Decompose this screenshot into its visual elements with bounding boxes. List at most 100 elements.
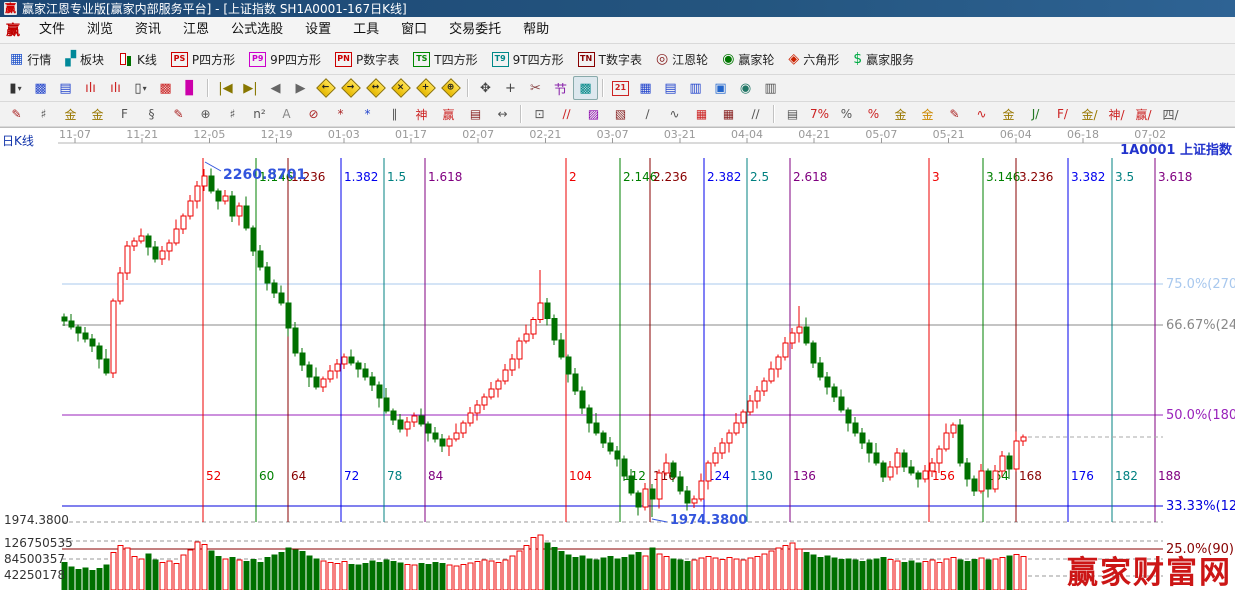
percent-tool[interactable]: % [833,103,860,125]
p-table-button[interactable]: PNP数字表 [328,46,406,72]
candle-style-dropdown[interactable]: ▮▾ [3,76,28,100]
cut-tool-button[interactable]: ✂ [523,76,548,100]
fan-red-tool[interactable]: ∕∕ [553,103,580,125]
fibonacci-tool[interactable]: F [111,103,138,125]
winner-service-button[interactable]: $赢家服务 [846,46,921,72]
calculator-button[interactable]: ▦ [633,76,658,100]
expand-diamond[interactable]: + [413,76,438,100]
angle-shen-tool[interactable]: 神/ [1103,103,1130,125]
minor-cycle-3-button[interactable]: ılı [78,76,103,100]
scale-tool[interactable]: ▤ [779,103,806,125]
shift-right-diamond[interactable]: → [338,76,363,100]
report-button[interactable]: ▥ [683,76,708,100]
nav-next-button[interactable]: ▶ [288,76,313,100]
nav-last-button[interactable]: ▶| [238,76,263,100]
hash-lines-tool[interactable]: ♯ [30,103,57,125]
calendar-button[interactable]: 21 [608,76,633,100]
sectors-button[interactable]: ▞板块 [58,46,111,72]
winner-wheel-button[interactable]: ◉赢家轮 [715,46,781,72]
ruler123-tool[interactable]: ▤ [462,103,489,125]
title-bar[interactable]: 赢 赢家江恩专业版[赢家内部服务平台] - [上证指数 SH1A0001-167… [0,0,1235,17]
menu-item-6[interactable]: 工具 [342,18,390,42]
chart-area[interactable]: 11-0711-2112-0512-1901-0301-1702-0702-21… [0,127,1235,590]
print-button[interactable]: ▥ [758,76,783,100]
web-blue-tool[interactable]: * [354,103,381,125]
save-button[interactable]: ▣ [708,76,733,100]
wave-red-tool[interactable]: ∿ [968,103,995,125]
minor-cycle-9-button[interactable]: ılı [103,76,128,100]
pattern-red-button[interactable]: ▩ [153,76,178,100]
gold-section-tool[interactable]: 金 [84,103,111,125]
menu-item-0[interactable]: 文件 [28,18,76,42]
t9-square-button[interactable]: T99T四方形 [485,46,571,72]
brush2-tool[interactable]: ✎ [165,103,192,125]
notes-button[interactable]: ▤ [658,76,683,100]
nav-prev-button[interactable]: ◀ [263,76,288,100]
circle-cross-tool[interactable]: ⊘ [300,103,327,125]
gann-circle-tool[interactable]: ⊕ [192,103,219,125]
web-update-button[interactable]: ◉ [733,76,758,100]
pattern-window-button[interactable]: ▩ [28,76,53,100]
menu-item-1[interactable]: 浏览 [76,18,124,42]
gold-under-tool[interactable]: 金 [995,103,1022,125]
compress-diamond[interactable]: × [388,76,413,100]
grid-red-tool[interactable]: ▦ [688,103,715,125]
pan-hand-button[interactable]: ✥ [473,76,498,100]
menu-item-8[interactable]: 交易委托 [438,18,512,42]
angle-win-tool[interactable]: 赢/ [1130,103,1157,125]
a-slash-tool[interactable]: A [273,103,300,125]
gold-line-tool[interactable]: 金 [914,103,941,125]
info-doc-button[interactable]: ▤ [53,76,78,100]
shift-left-diamond[interactable]: ← [313,76,338,100]
t-square-button[interactable]: TST四方形 [406,46,484,72]
single-candle-dropdown[interactable]: ▯▾ [128,76,153,100]
grid-maroon-tool[interactable]: ▦ [715,103,742,125]
menu-item-2[interactable]: 资讯 [124,18,172,42]
spiral-tool[interactable]: § [138,103,165,125]
hexagon-button[interactable]: ◈六角形 [781,46,846,72]
width-tool[interactable]: ↔ [489,103,516,125]
web-red-tool[interactable]: * [327,103,354,125]
box-line-tool[interactable]: ⊡ [526,103,553,125]
zigzag-tool[interactable]: ∿ [661,103,688,125]
angle-si-tool[interactable]: 四/ [1157,103,1184,125]
h-expand-diamond[interactable]: ↔ [363,76,388,100]
fan-box-purple-tool[interactable]: ▨ [580,103,607,125]
fan-box-maroon-tool[interactable]: ▧ [607,103,634,125]
brush3-tool[interactable]: ✎ [941,103,968,125]
kline-chart-canvas[interactable]: 11-0711-2112-0512-1901-0301-1702-0702-21… [0,128,1235,590]
angle-f-tool[interactable]: F/ [1049,103,1076,125]
ai-analysis-button[interactable]: ▩ [573,76,598,100]
quotes-button[interactable]: ▦行情 [3,46,58,72]
holiday-tool-button[interactable]: 节 [548,76,573,100]
menu-item-3[interactable]: 江恩 [172,18,220,42]
angle-lines-tool[interactable]: ∕ [634,103,661,125]
t-table-button[interactable]: TNT数字表 [571,46,649,72]
angle-j-tool[interactable]: J/ [1022,103,1049,125]
nav-first-button[interactable]: |◀ [213,76,238,100]
menu-item-4[interactable]: 公式选股 [220,18,294,42]
angle-gold-tool[interactable]: 金/ [1076,103,1103,125]
expand-all-diamond[interactable]: ⊕ [438,76,463,100]
kline-button[interactable]: K线 [111,46,164,72]
gann-wheel-button[interactable]: ◎江恩轮 [649,46,715,72]
shen-tool[interactable]: 神 [408,103,435,125]
menu-item-5[interactable]: 设置 [294,18,342,42]
p9-square-button[interactable]: P99P四方形 [242,46,328,72]
menu-item-9[interactable]: 帮助 [512,18,560,42]
brush-tool[interactable]: ✎ [3,103,30,125]
gold-circle-tool[interactable]: 金 [887,103,914,125]
slash-lines-tool[interactable]: ∕∕ [742,103,769,125]
p-square-button[interactable]: PSP四方形 [164,46,242,72]
angle-si-icon: 四/ [1162,106,1178,123]
color-volume-button[interactable]: ▊ [178,76,203,100]
k-prime-tool[interactable]: ∥ [381,103,408,125]
n-squared-tool[interactable]: n² [246,103,273,125]
crosshair-button[interactable]: + [498,76,523,100]
gold-ratio-tool[interactable]: 金 [57,103,84,125]
percent-red-tool[interactable]: 7% [806,103,833,125]
menu-item-7[interactable]: 窗口 [390,18,438,42]
percent-line-tool[interactable]: % [860,103,887,125]
win-tool[interactable]: 赢 [435,103,462,125]
ruler-lines-tool[interactable]: ♯ [219,103,246,125]
